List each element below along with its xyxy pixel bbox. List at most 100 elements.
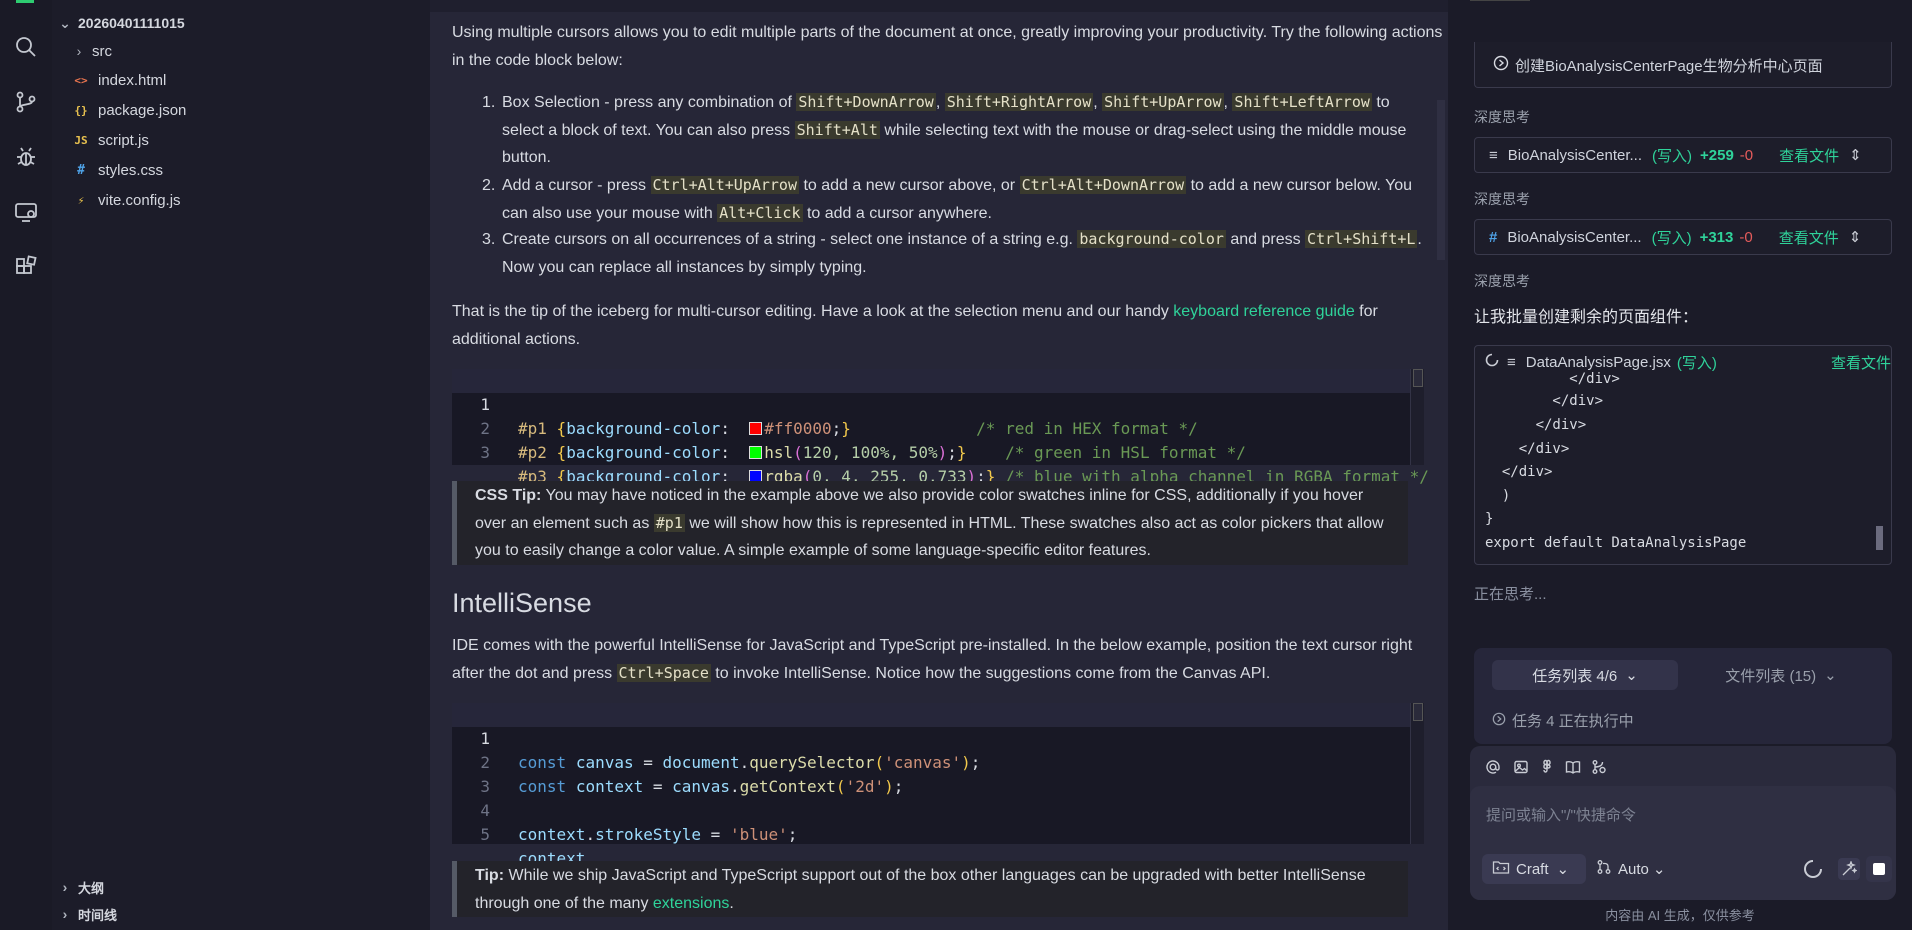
folder-code-icon [1492,859,1510,879]
code-line[interactable]: 3 #p3 {background-color: rgba(0, 4, 255,… [452,417,1429,486]
explorer-root[interactable]: ⌄ 20260401111015 [58,9,185,37]
code-line[interactable]: 2 #p2 {background-color: hsl(120, 100%, … [452,393,1424,462]
task-title: 创建BioAnalysisCenterPage生物分析中心页面 [1515,57,1823,75]
list-number: 2. [482,177,496,194]
book-icon[interactable] [1562,756,1584,778]
kbd-shortcut: Alt+Click [717,203,803,222]
deep-thinking-label[interactable]: 深度思考 [1474,107,1530,127]
line-number: 3 [480,443,490,462]
stop-icon [1873,863,1885,875]
tree-item-label: package.json [98,101,187,119]
code-line[interactable]: 5 context. [452,799,1424,868]
tree-item-src[interactable]: › src [72,37,112,65]
chat-input-box: 提问或输入"/"快捷命令 Craft ⌄ Auto ⌄ [1470,746,1896,900]
write-tag: (写入) [1652,147,1692,165]
task-status-text: 任务 4 正在执行中 [1512,713,1634,730]
task-card[interactable]: 创建BioAnalysisCenterPage生物分析中心页面 [1474,42,1892,88]
code-preview-card[interactable]: ≡ DataAnalysisPage.jsx (写入) 查看文件 </div> … [1474,345,1892,565]
mode-label: Craft [1516,860,1549,878]
code-scrollbar[interactable] [1410,703,1424,844]
panel-top-rule [1470,0,1530,1]
view-file-button[interactable]: 查看文件 [1831,352,1891,373]
code-preview-line: </div> [1485,441,1570,457]
activity-bar [0,0,52,930]
chevron-down-icon: ⌄ [1556,861,1570,878]
tab-label: 文件列表 (15) [1725,667,1817,685]
view-file-button[interactable]: 查看文件 [1779,227,1839,248]
outline-section[interactable]: › 大纲 [58,873,104,901]
tree-item-vite-config[interactable]: ⚡ vite.config.js [72,186,181,214]
code-comment: /* green in HSL format */ [1005,443,1246,462]
image-icon[interactable] [1510,756,1532,778]
kbd-shortcut: Shift+UpArrow [1102,93,1224,111]
code-line[interactable]: 2 const context = canvas.getContext('2d'… [452,727,1424,796]
paragraph-text: to invoke IntelliSense. Notice how the s… [710,664,1271,682]
expand-icon[interactable]: ⇕ [1849,228,1862,246]
timeline-section[interactable]: › 时间线 [58,900,117,928]
paragraph-text: That is the tip of the iceberg for multi… [452,303,1174,320]
list-text: to add a cursor anywhere. [802,204,992,222]
source-control-icon[interactable] [12,88,40,116]
tip-text: While we ship JavaScript and TypeScript … [475,867,1366,912]
code-line[interactable]: 4 context.strokeStyle = 'blue'; [452,775,1424,844]
file-change-card[interactable]: ≡ BioAnalysisCenter... (写入) +259 -0 查看文件… [1474,137,1892,173]
remote-explorer-icon[interactable] [12,198,40,226]
mode-selector[interactable]: Craft ⌄ [1482,854,1586,884]
task-card-row: 创建BioAnalysisCenterPage生物分析中心页面 [1493,48,1909,82]
branch-settings-icon[interactable] [1588,756,1610,778]
debug-icon[interactable] [12,143,40,171]
tree-item-styles-css[interactable]: # styles.css [72,156,163,184]
extensions-link[interactable]: extensions [653,895,730,912]
code-preview-line: </div> [1485,464,1553,480]
lines-removed: -0 [1739,228,1753,246]
css-tip-callout: CSS Tip: You may have noticed in the exa… [452,481,1408,565]
search-icon[interactable] [12,33,40,61]
tab-file-list[interactable]: 文件列表 (15) ⌄ [1688,660,1874,690]
tree-item-package-json[interactable]: {} package.json [72,96,186,124]
expand-icon[interactable]: ⇕ [1849,146,1862,164]
active-indicator [16,0,34,3]
editor-preview[interactable]: Using multiple cursors allows you to edi… [430,0,1448,930]
css-selector: #p2 [518,443,547,462]
tree-item-index-html[interactable]: <> index.html [72,66,166,94]
tab-task-list[interactable]: 任务列表 4/6 ⌄ [1492,660,1678,690]
chat-input-placeholder[interactable]: 提问或输入"/"快捷命令 [1486,804,1636,825]
code-scrollbar[interactable] [1410,369,1424,465]
model-label: Auto [1618,860,1649,878]
code-preview-scrollbar[interactable] [1876,526,1883,550]
scrollbar-thumb[interactable] [1413,369,1423,387]
keyboard-reference-link[interactable]: keyboard reference guide [1173,303,1354,320]
model-selector[interactable]: Auto ⌄ [1596,854,1676,884]
css-code-block[interactable]: 1 #p1 {background-color: #ff0000;} /* re… [452,369,1429,486]
view-file-button[interactable]: 查看文件 [1779,145,1839,166]
stop-button[interactable] [1866,856,1892,882]
tree-item-script-js[interactable]: JS script.js [72,126,148,154]
mention-icon[interactable] [1482,756,1504,778]
extensions-icon[interactable] [12,253,40,281]
css-args: 120, 100%, 50% [802,443,938,462]
file-change-card[interactable]: # BioAnalysisCenter... (写入) +313 -0 查看文件… [1474,219,1892,255]
kbd-shortcut: Shift+Alt [794,120,880,139]
editor-scrollbar[interactable] [1437,100,1445,260]
file-lines-icon: ≡ [1489,146,1498,164]
magic-wand-icon[interactable] [1838,858,1860,880]
file-name: BioAnalysisCenter... [1507,146,1642,164]
js-icon: JS [74,133,88,147]
kbd-shortcut: Ctrl+Space [616,663,711,682]
scrollbar-thumb[interactable] [1413,703,1423,721]
write-tag: (写入) [1651,229,1692,247]
kbd-shortcut: background-color [1077,230,1226,248]
kbd-shortcut: Shift+DownArrow [796,93,936,111]
code-property: strokeStyle [595,825,702,844]
code-line[interactable]: 1 #p1 {background-color: #ff0000;} /* re… [452,369,1424,438]
figma-icon[interactable] [1536,756,1558,778]
js-code-block[interactable]: 1 const canvas = document.querySelector(… [452,703,1424,868]
list-text: to add a new cursor above, or [799,177,1020,194]
deep-thinking-label[interactable]: 深度思考 [1474,271,1530,291]
code-line[interactable]: 1 const canvas = document.querySelector(… [452,703,1424,772]
ai-assistant-panel: 创建BioAnalysisCenterPage生物分析中心页面 深度思考 ≡ B… [1448,0,1912,930]
deep-thinking-label[interactable]: 深度思考 [1474,189,1530,209]
chevron-down-icon: ⌄ [1625,667,1638,684]
color-swatch[interactable] [749,446,763,459]
code-line[interactable]: 3 [452,751,1424,796]
